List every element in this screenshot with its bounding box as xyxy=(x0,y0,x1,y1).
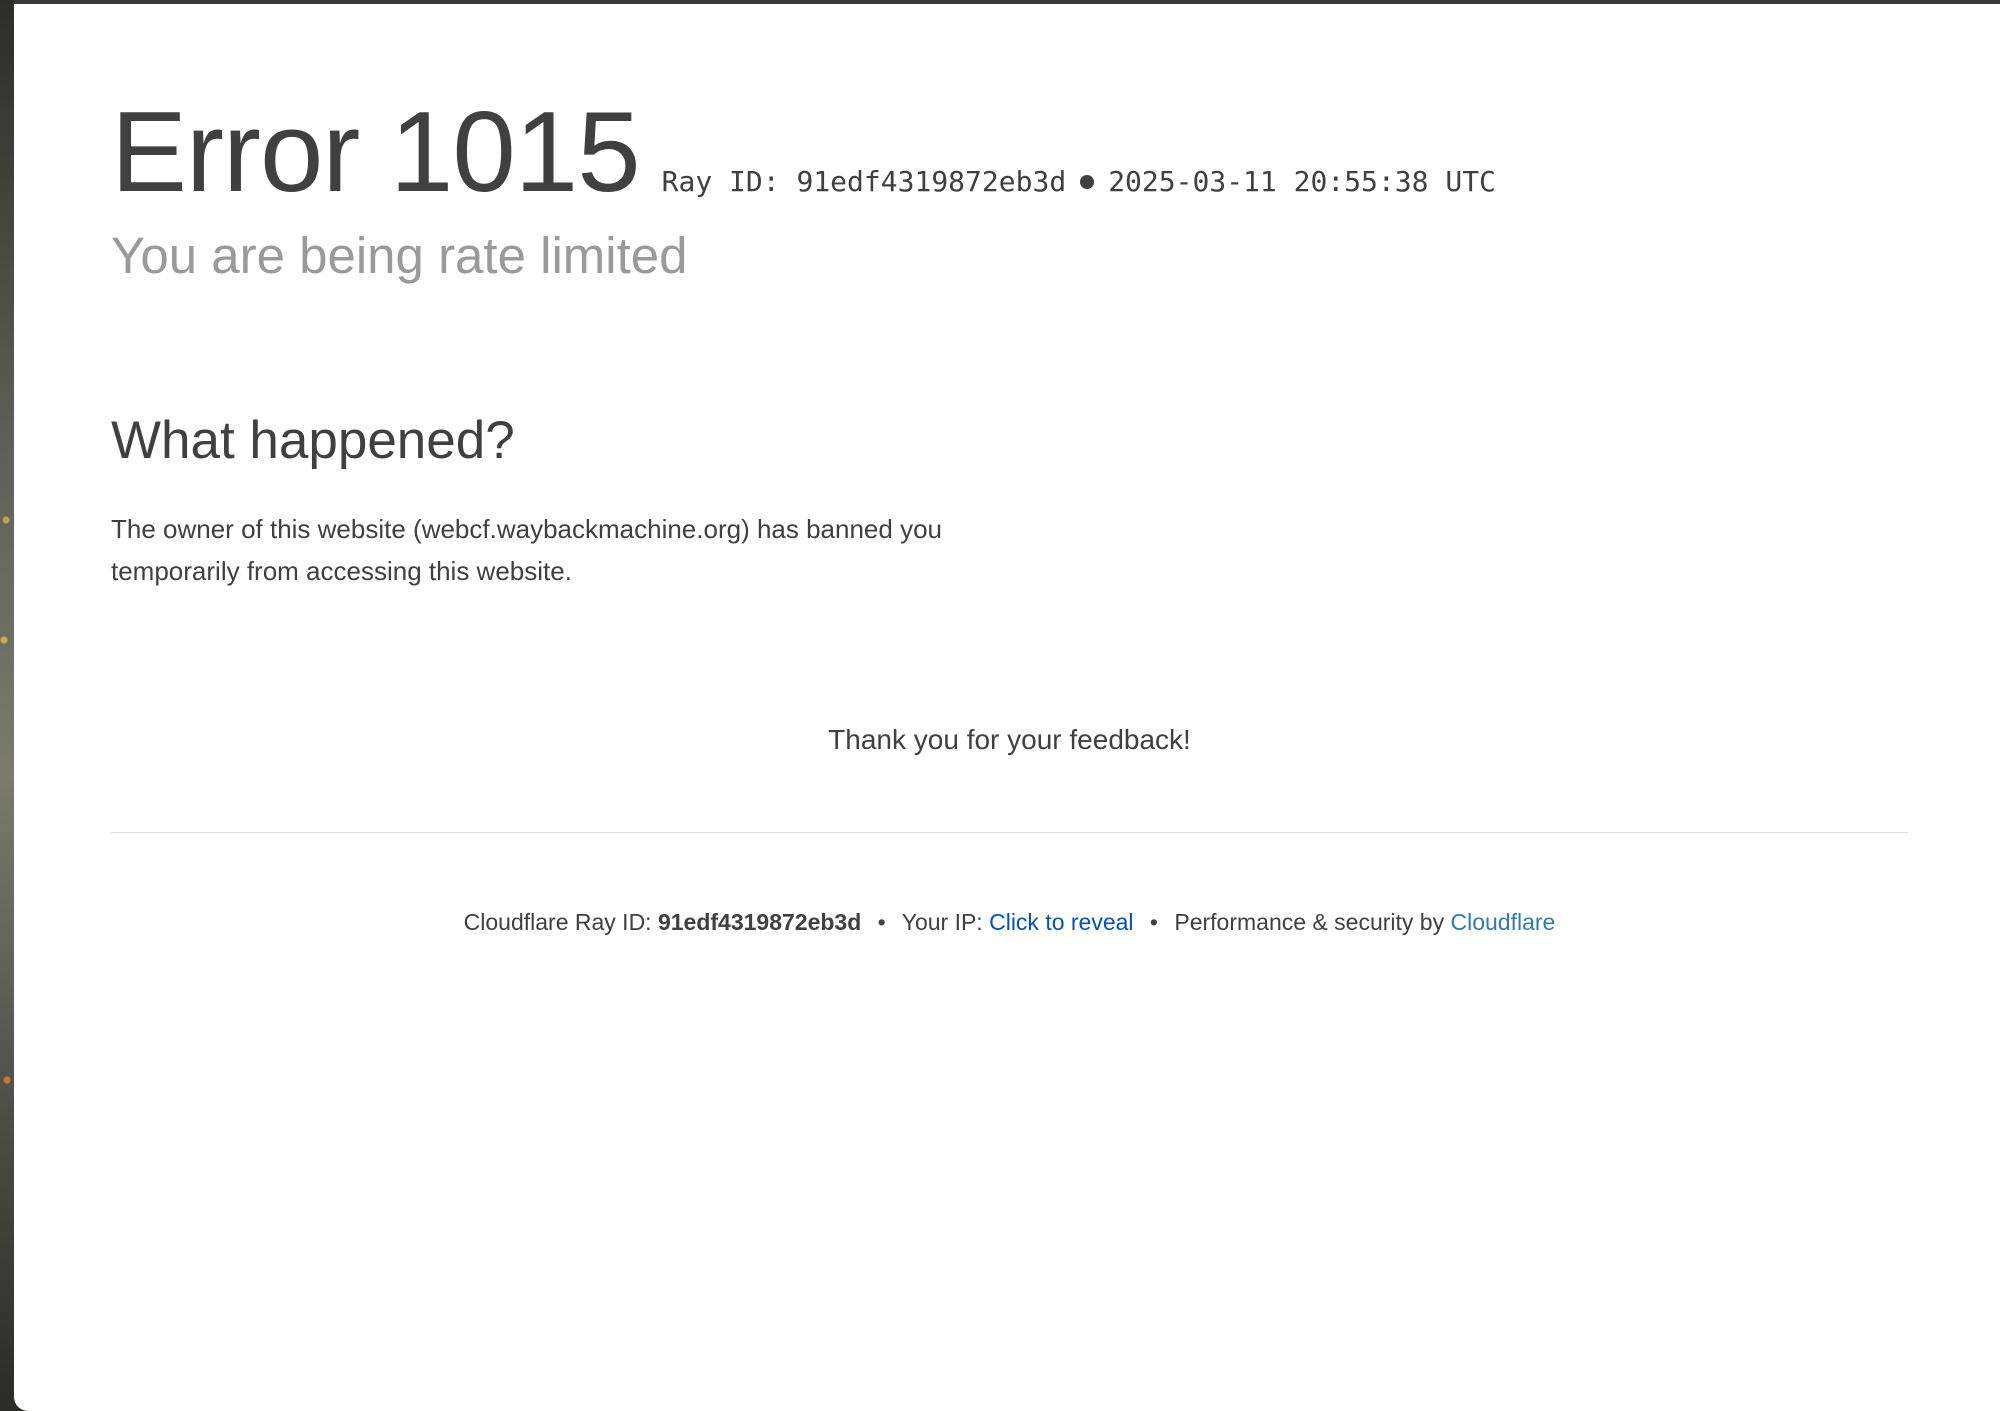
feedback-message: Thank you for your feedback! xyxy=(828,724,1191,755)
what-happened-heading: What happened? xyxy=(111,411,515,470)
error-title: Error 1015 xyxy=(111,89,641,216)
ray-meta: Ray ID: 91edf4319872eb3d 2025-03-11 20:5… xyxy=(662,165,1496,198)
footer-ray-id: 91edf4319872eb3d xyxy=(657,909,862,935)
footer-ray-prefix: Cloudflare Ray ID: xyxy=(463,909,652,935)
footer-perf-prefix: Performance & security by xyxy=(1174,909,1445,935)
reveal-ip-link[interactable]: Click to reveal xyxy=(989,909,1133,935)
error-header: Error 1015 Ray ID: 91edf4319872eb3d 2025… xyxy=(111,96,1496,210)
error-timestamp: 2025-03-11 20:55:38 UTC xyxy=(1108,165,1496,198)
footer: Cloudflare Ray ID: 91edf4319872eb3d • Yo… xyxy=(111,909,1908,936)
cloudflare-link[interactable]: Cloudflare xyxy=(1450,909,1555,935)
browser-window: Error 1015 Ray ID: 91edf4319872eb3d 2025… xyxy=(14,0,2000,1411)
footer-divider xyxy=(111,832,1908,833)
ray-id-label: Ray ID: 91edf4319872eb3d xyxy=(661,165,1067,198)
footer-separator: • xyxy=(877,909,886,935)
bullet-dot-icon xyxy=(1080,174,1095,189)
footer-separator: • xyxy=(1149,909,1158,935)
error-subtitle: You are being rate limited xyxy=(111,227,688,284)
footer-ip-prefix: Your IP: xyxy=(901,909,983,935)
what-happened-body: The owner of this website (webcf.wayback… xyxy=(111,514,942,586)
